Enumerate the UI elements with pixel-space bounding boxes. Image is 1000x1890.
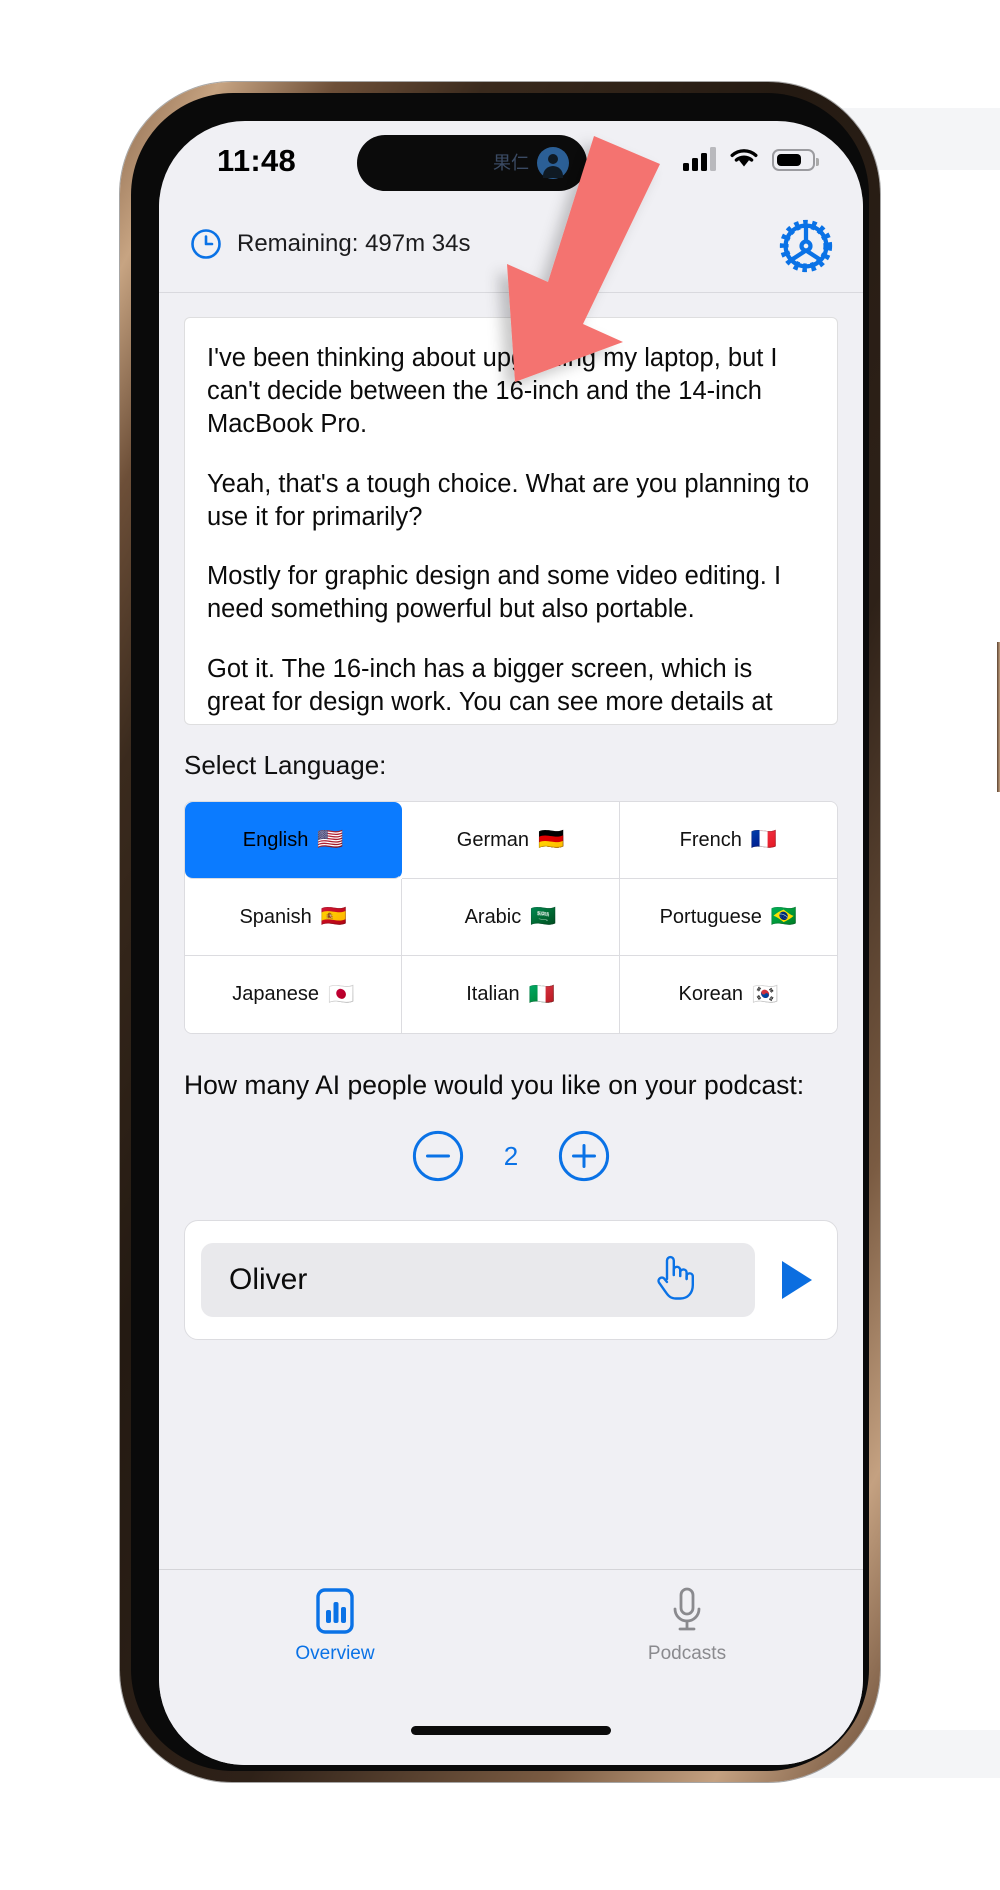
language-option-portuguese[interactable]: Portuguese 🇧🇷 <box>619 879 837 956</box>
contact-avatar-icon <box>537 147 569 179</box>
screenshot-stage: 11:48 果仁 Remaining: 497m 34s I've been t… <box>0 0 1000 1890</box>
minus-circle-icon[interactable] <box>412 1130 464 1182</box>
home-indicator[interactable] <box>411 1726 611 1735</box>
app-header-bar: Remaining: 497m 34s <box>159 197 863 293</box>
play-icon[interactable] <box>769 1254 821 1306</box>
language-option-label: Spanish <box>239 905 312 928</box>
transcript-paragraph: Yeah, that's a tough choice. What are yo… <box>207 469 810 531</box>
people-count-value: 2 <box>503 1140 519 1171</box>
language-option-label: Japanese <box>232 983 319 1005</box>
flag-icon-it: 🇮🇹 <box>528 982 555 1006</box>
language-option-french[interactable]: French 🇫🇷 <box>619 802 837 879</box>
flag-icon-es: 🇪🇸 <box>320 905 347 928</box>
chart-bars-icon <box>316 1588 354 1634</box>
language-grid: English 🇺🇸 German 🇩🇪 French 🇫🇷 Spanish 🇪… <box>184 801 838 1034</box>
language-option-english[interactable]: English 🇺🇸 <box>185 802 403 879</box>
gear-icon[interactable] <box>775 215 837 277</box>
dynamic-island-label: 果仁 <box>493 153 529 173</box>
voice-name-label: Oliver <box>229 1263 308 1297</box>
status-bar-icons <box>683 141 819 171</box>
transcript-text: I've been thinking about upgrading my la… <box>207 342 815 724</box>
voice-pill[interactable]: Oliver <box>201 1243 755 1318</box>
flag-icon-br: 🇧🇷 <box>770 905 798 928</box>
main-scroll-content[interactable]: I've been thinking about upgrading my la… <box>159 294 863 1569</box>
flag-icon-kr: 🇰🇷 <box>751 982 779 1006</box>
phone-device-frame: 11:48 果仁 Remaining: 497m 34s I've been t… <box>120 82 1000 1782</box>
people-count-question: How many AI people would you like on you… <box>184 1070 805 1100</box>
language-option-japanese[interactable]: Japanese 🇯🇵 <box>185 956 403 1033</box>
cellular-signal-icon <box>683 147 716 171</box>
phone-bezel: 11:48 果仁 Remaining: 497m 34s I've been t… <box>131 93 869 1771</box>
tap-hand-icon <box>657 1256 694 1301</box>
tab-label-podcasts: Podcasts <box>647 1643 727 1664</box>
phone-screen: 11:48 果仁 Remaining: 497m 34s I've been t… <box>159 121 863 1765</box>
status-bar: 11:48 果仁 <box>159 121 863 193</box>
transcript-card[interactable]: I've been thinking about upgrading my la… <box>184 317 838 725</box>
tab-label-overview: Overview <box>295 1643 375 1664</box>
remaining-time-group: Remaining: 497m 34s <box>189 227 470 261</box>
flag-icon-jp: 🇯🇵 <box>327 982 355 1006</box>
flag-icon-de: 🇩🇪 <box>538 828 565 851</box>
language-option-german[interactable]: German 🇩🇪 <box>402 802 620 879</box>
flag-icon-us: 🇺🇸 <box>317 828 344 851</box>
tab-overview[interactable]: Overview <box>159 1570 511 1690</box>
language-option-label: Portuguese <box>659 905 762 928</box>
language-option-korean[interactable]: Korean 🇰🇷 <box>619 956 837 1033</box>
flag-icon-fr: 🇫🇷 <box>750 828 778 851</box>
dynamic-island: 果仁 <box>357 135 587 191</box>
voice-selection-card: Oliver <box>184 1220 838 1341</box>
transcript-paragraph: I've been thinking about upgrading my la… <box>207 344 778 438</box>
language-option-spanish[interactable]: Spanish 🇪🇸 <box>185 879 403 956</box>
battery-icon <box>772 149 819 171</box>
flag-icon-sa: 🇸🇦 <box>530 905 557 928</box>
transcript-paragraph: Mostly for graphic design and some video… <box>207 562 782 624</box>
language-option-label: French <box>679 828 742 851</box>
clock-icon <box>191 229 221 259</box>
people-count-stepper: 2 <box>159 1130 863 1182</box>
microphone-icon <box>673 1587 701 1631</box>
language-option-label: English <box>242 828 309 851</box>
plus-circle-icon[interactable] <box>558 1130 610 1182</box>
bottom-tab-bar: Overview Podcasts <box>159 1569 863 1765</box>
language-option-label: Korean <box>678 983 743 1005</box>
language-option-arabic[interactable]: Arabic 🇸🇦 <box>402 879 620 956</box>
tab-row: Overview Podcasts <box>159 1570 863 1690</box>
wifi-icon <box>730 149 758 167</box>
language-option-label: Arabic <box>464 905 522 928</box>
select-language-label: Select Language: <box>184 750 387 780</box>
language-option-label: Italian <box>466 983 520 1005</box>
language-option-label: German <box>456 828 530 851</box>
transcript-paragraph: Got it. The 16-inch has a bigger screen,… <box>207 655 773 724</box>
language-option-italian[interactable]: Italian 🇮🇹 <box>402 956 620 1033</box>
status-bar-time: 11:48 <box>217 143 297 178</box>
remaining-time-label: Remaining: 497m 34s <box>237 230 471 257</box>
tab-podcasts[interactable]: Podcasts <box>511 1570 863 1690</box>
